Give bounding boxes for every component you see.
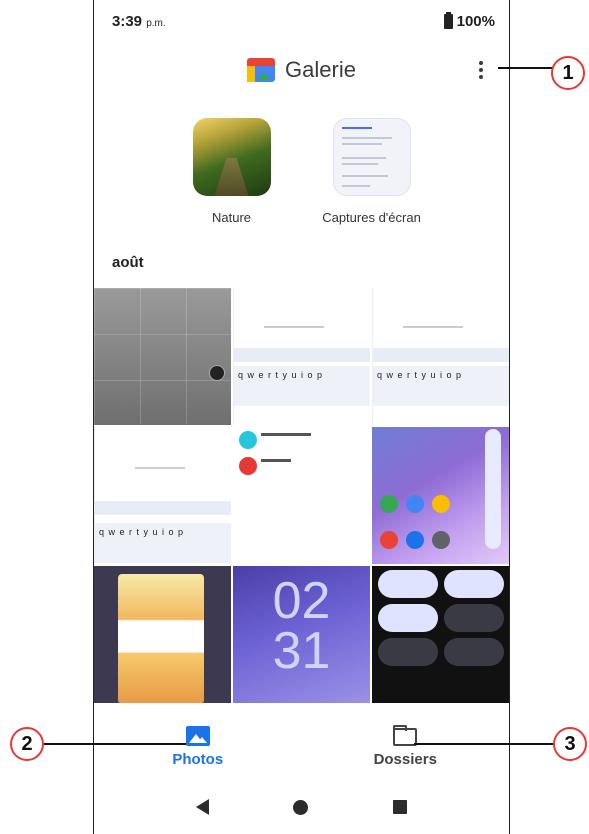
- clock-digits: 02 31: [233, 572, 370, 680]
- media-badge-icon: [209, 365, 225, 381]
- back-icon[interactable]: [196, 799, 210, 815]
- bottom-navigation: Photos Dossiers: [94, 714, 509, 780]
- photos-icon: [185, 726, 210, 746]
- status-time: 3:39 p.m.: [112, 12, 166, 30]
- phone-screen: 3:39 p.m. 100% Galerie Nature Captures d…: [93, 0, 510, 834]
- photo-thumbnail[interactable]: [372, 288, 509, 425]
- nav-label: Photos: [172, 751, 224, 768]
- nav-label: Dossiers: [373, 751, 437, 768]
- home-icon[interactable]: [293, 799, 309, 815]
- section-date-header: août: [112, 254, 144, 271]
- clock-minutes: 31: [272, 622, 331, 680]
- callout-line: [498, 67, 552, 69]
- photo-thumbnail[interactable]: [94, 288, 231, 425]
- callout-line: [44, 743, 186, 745]
- app-title: Galerie: [285, 57, 356, 82]
- app-bar: Galerie: [94, 50, 509, 90]
- photo-thumbnail[interactable]: 02 31: [233, 566, 370, 703]
- callout-1: 1: [551, 56, 585, 90]
- photo-thumbnail[interactable]: [372, 427, 509, 564]
- battery-icon: [443, 11, 453, 29]
- battery-indicator: 100%: [443, 11, 495, 30]
- callout-3: 3: [553, 727, 587, 761]
- photo-thumbnail[interactable]: [372, 566, 509, 703]
- album-label: Nature: [211, 210, 252, 225]
- status-bar: 3:39 p.m. 100%: [94, 0, 509, 42]
- album-thumbnail: [332, 118, 411, 196]
- photo-thumbnail[interactable]: [233, 288, 370, 425]
- nav-photos-tab[interactable]: Photos: [94, 714, 302, 780]
- album-thumbnail: [192, 118, 271, 196]
- system-navigation-bar: [94, 780, 509, 834]
- album-nature[interactable]: Nature: [177, 118, 287, 225]
- callout-line: [414, 743, 554, 745]
- recent-apps-icon[interactable]: [392, 800, 407, 814]
- album-label: Captures d'écran: [322, 210, 421, 225]
- photo-thumbnail[interactable]: [233, 427, 370, 564]
- callout-2: 2: [10, 727, 44, 761]
- album-screenshots[interactable]: Captures d'écran: [317, 118, 427, 225]
- clock-hours: 02: [272, 572, 331, 630]
- google-photos-logo-icon: [247, 58, 276, 82]
- photo-grid: 02 31: [94, 288, 509, 728]
- nav-folders-tab[interactable]: Dossiers: [302, 714, 510, 780]
- more-vert-icon: [479, 61, 483, 65]
- photo-thumbnail[interactable]: [94, 427, 231, 564]
- battery-level: 100%: [456, 12, 495, 30]
- more-options-button[interactable]: [471, 58, 491, 82]
- photo-thumbnail[interactable]: [94, 566, 231, 703]
- albums-row: Nature Captures d'écran: [94, 118, 509, 225]
